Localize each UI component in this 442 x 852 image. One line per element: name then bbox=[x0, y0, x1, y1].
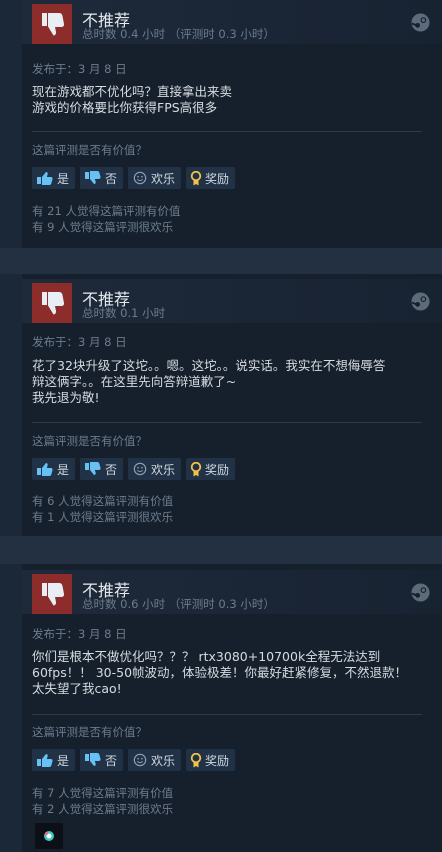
helpful-stats: 有 6 人觉得这篇评测有价值 有 1 人觉得这篇评测很欢乐 bbox=[32, 493, 173, 525]
review-text-line: 太失望了我cao! bbox=[32, 681, 122, 696]
award-button[interactable]: 奖励 bbox=[186, 458, 236, 480]
award-label: 奖励 bbox=[205, 462, 230, 477]
award-button[interactable]: 奖励 bbox=[186, 167, 236, 189]
vote-funny-label: 欢乐 bbox=[151, 753, 176, 768]
vote-funny-label: 欢乐 bbox=[151, 462, 176, 477]
funny-count: 有 1 人觉得这篇评测很欢乐 bbox=[32, 510, 174, 524]
vote-buttons: 是 否 欢乐 奖励 bbox=[32, 458, 236, 480]
award-badge[interactable] bbox=[35, 823, 63, 849]
divider bbox=[32, 422, 422, 423]
playtime-hours: 总时数 0.4 小时 （评测时 0.3 小时） bbox=[82, 27, 275, 41]
thumbs-up-icon bbox=[37, 463, 53, 476]
helpful-stats: 有 21 人觉得这篇评测有价值 有 9 人觉得这篇评测很欢乐 bbox=[32, 203, 180, 235]
review-header: 不推荐 总时数 0.6 小时 （评测时 0.3 小时） bbox=[22, 570, 442, 614]
posted-date: 发布于：3 月 8 日 bbox=[32, 335, 127, 349]
vote-yes-label: 是 bbox=[57, 462, 70, 477]
helpful-count: 有 21 人觉得这篇评测有价值 bbox=[32, 204, 181, 218]
divider bbox=[32, 714, 422, 715]
vote-funny-button[interactable]: 欢乐 bbox=[128, 167, 182, 189]
vote-yes-button[interactable]: 是 bbox=[32, 167, 76, 189]
review-card: 不推荐 总时数 0.6 小时 （评测时 0.3 小时） 发布于：3 月 8 日 … bbox=[22, 564, 442, 852]
steam-icon bbox=[411, 13, 430, 32]
vote-funny-label: 欢乐 bbox=[151, 171, 176, 186]
review-card: 不推荐 总时数 0.1 小时 发布于：3 月 8 日 花了32块升级了这坨。。嗯… bbox=[22, 274, 442, 536]
helpful-count: 有 7 人觉得这篇评测有价值 bbox=[32, 786, 174, 800]
review-body: 花了32块升级了这坨。。嗯。这坨。。说实话。我实在不想侮辱答 辩这俩字。。在这里… bbox=[32, 358, 424, 406]
vote-no-button[interactable]: 否 bbox=[80, 749, 124, 771]
award-button[interactable]: 奖励 bbox=[186, 749, 236, 771]
helpful-question: 这篇评测是否有价值？ bbox=[32, 143, 147, 157]
thumbs-down-icon[interactable] bbox=[32, 574, 72, 614]
vote-yes-button[interactable]: 是 bbox=[32, 458, 76, 480]
funny-count: 有 2 人觉得这篇评测很欢乐 bbox=[32, 802, 174, 816]
vote-no-button[interactable]: 否 bbox=[80, 458, 124, 480]
thumbs-down-icon bbox=[85, 462, 101, 475]
vote-yes-label: 是 bbox=[57, 171, 70, 186]
vote-no-button[interactable]: 否 bbox=[80, 167, 124, 189]
vote-yes-button[interactable]: 是 bbox=[32, 749, 76, 771]
vote-no-label: 否 bbox=[105, 462, 118, 477]
smile-icon bbox=[133, 753, 147, 767]
divider bbox=[32, 131, 422, 132]
smile-icon bbox=[133, 462, 147, 476]
award-icon bbox=[190, 170, 202, 185]
vote-no-label: 否 bbox=[105, 171, 118, 186]
playtime-hours: 总时数 0.6 小时 （评测时 0.3 小时） bbox=[82, 597, 275, 611]
vote-buttons: 是 否 欢乐 奖励 bbox=[32, 167, 236, 189]
thumbs-down-icon bbox=[85, 171, 101, 184]
steam-icon bbox=[411, 292, 430, 311]
funny-count: 有 9 人觉得这篇评测很欢乐 bbox=[32, 220, 174, 234]
thumbs-down-icon bbox=[85, 753, 101, 766]
review-text-line: 60fps！！ 30-50帧波动，体验极差！你最好赶紧修复，不然退款！ bbox=[32, 665, 408, 680]
helpful-stats: 有 7 人觉得这篇评测有价值 有 2 人觉得这篇评测很欢乐 bbox=[32, 785, 173, 817]
playtime-hours: 总时数 0.1 小时 bbox=[82, 306, 166, 320]
award-icon bbox=[190, 461, 202, 476]
helpful-count: 有 6 人觉得这篇评测有价值 bbox=[32, 494, 174, 508]
award-icon bbox=[190, 752, 202, 767]
review-separator bbox=[0, 536, 442, 564]
review-text-line: 花了32块升级了这坨。。嗯。这坨。。说实话。我实在不想侮辱答 bbox=[32, 358, 386, 373]
review-text-line: 我先退为敬! bbox=[32, 390, 100, 405]
review-header: 不推荐 总时数 0.1 小时 bbox=[22, 279, 442, 323]
thumbs-up-icon bbox=[37, 172, 53, 185]
review-separator bbox=[0, 248, 442, 274]
review-text-line: 现在游戏都不优化吗？直接拿出来卖 bbox=[32, 84, 233, 99]
helpful-question: 这篇评测是否有价值？ bbox=[32, 725, 147, 739]
review-body: 你们是根本不做优化吗？？？ rtx3080+10700k全程无法达到 60fps… bbox=[32, 649, 424, 697]
steam-icon bbox=[411, 583, 430, 602]
thumbs-down-icon[interactable] bbox=[32, 283, 72, 323]
vote-buttons: 是 否 欢乐 奖励 bbox=[32, 749, 236, 771]
smile-icon bbox=[133, 171, 147, 185]
review-body: 现在游戏都不优化吗？直接拿出来卖 游戏的价格要比你获得FPS高很多 bbox=[32, 84, 424, 116]
review-header: 不推荐 总时数 0.4 小时 （评测时 0.3 小时） bbox=[22, 0, 442, 44]
review-card: 不推荐 总时数 0.4 小时 （评测时 0.3 小时） 发布于：3 月 8 日 … bbox=[22, 0, 442, 248]
thumbs-down-icon[interactable] bbox=[32, 4, 72, 44]
award-label: 奖励 bbox=[205, 753, 230, 768]
vote-funny-button[interactable]: 欢乐 bbox=[128, 749, 182, 771]
posted-date: 发布于：3 月 8 日 bbox=[32, 62, 127, 76]
helpful-question: 这篇评测是否有价值？ bbox=[32, 434, 147, 448]
award-label: 奖励 bbox=[205, 171, 230, 186]
review-text-line: 游戏的价格要比你获得FPS高很多 bbox=[32, 100, 218, 115]
vote-yes-label: 是 bbox=[57, 753, 70, 768]
vote-no-label: 否 bbox=[105, 753, 118, 768]
review-text-line: 辩这俩字。。在这里先向答辩道歉了~ bbox=[32, 374, 237, 389]
thumbs-up-icon bbox=[37, 754, 53, 767]
award-badge-icon bbox=[44, 831, 54, 841]
vote-funny-button[interactable]: 欢乐 bbox=[128, 458, 182, 480]
posted-date: 发布于：3 月 8 日 bbox=[32, 627, 127, 641]
review-text-line: 你们是根本不做优化吗？？？ rtx3080+10700k全程无法达到 bbox=[32, 649, 381, 664]
